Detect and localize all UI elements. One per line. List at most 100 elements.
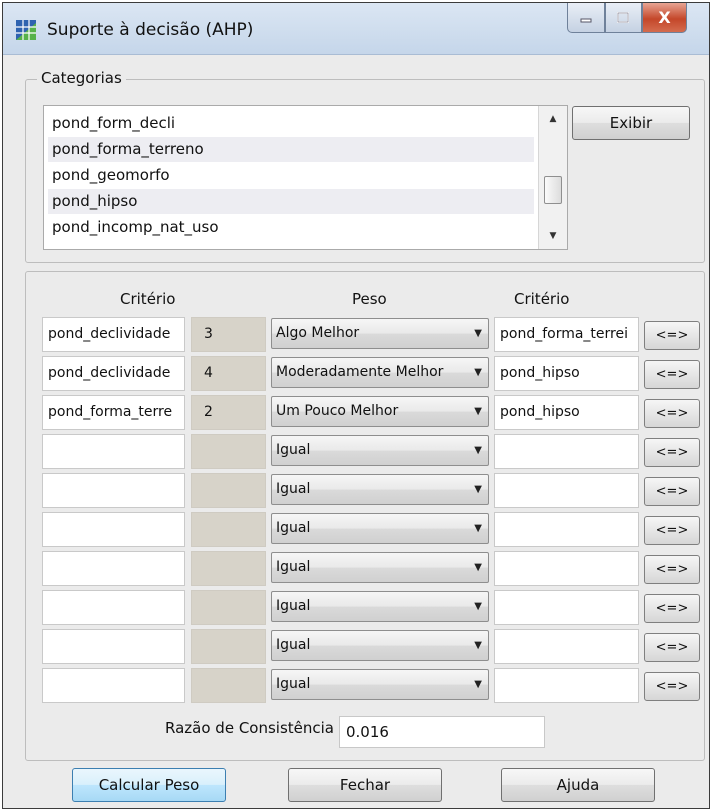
comparison-row: pond_declividade 4 Moderadamente Melhor ▼… [42, 356, 702, 392]
swap-button[interactable]: <=> [644, 516, 700, 545]
swap-button[interactable]: <=> [644, 438, 700, 467]
criterion-left-field[interactable] [42, 590, 185, 625]
swap-button[interactable]: <=> [644, 321, 700, 350]
close-icon: X [658, 8, 671, 27]
weight-select-value: Igual [276, 676, 311, 692]
categories-legend: Categorias [37, 69, 126, 87]
comparison-row: pond_forma_terre 2 Um Pouco Melhor ▼ pond… [42, 395, 702, 431]
weight-select-value: Igual [276, 520, 311, 536]
weight-select[interactable]: Um Pouco Melhor ▼ [271, 396, 489, 427]
categories-scrollbar[interactable]: ▲ ▼ [538, 106, 567, 249]
header-weight: Peso [352, 290, 387, 308]
criterion-left-field[interactable]: pond_forma_terre [42, 395, 185, 430]
weight-select[interactable]: Igual ▼ [271, 591, 489, 622]
swap-button[interactable]: <=> [644, 399, 700, 428]
criterion-right-field[interactable] [494, 512, 639, 547]
weight-value-field [191, 434, 266, 469]
weight-select-value: Igual [276, 559, 311, 575]
weight-select-value: Um Pouco Melhor [276, 403, 399, 419]
category-item[interactable]: pond_form_decli [48, 111, 534, 136]
criterion-right-field[interactable] [494, 668, 639, 703]
comparison-row: Igual ▼ <=> [42, 473, 702, 509]
weight-select-value: Igual [276, 637, 311, 653]
weight-select-value: Algo Melhor [276, 325, 360, 341]
maximize-button[interactable] [604, 3, 643, 33]
criterion-left-field[interactable] [42, 473, 185, 508]
comparison-row: Igual ▼ <=> [42, 590, 702, 626]
criterion-right-field[interactable] [494, 434, 639, 469]
weight-select[interactable]: Igual ▼ [271, 513, 489, 544]
criterion-right-field[interactable]: pond_hipso [494, 356, 639, 391]
categories-listbox[interactable]: pond_form_decli pond_forma_terreno pond_… [43, 105, 568, 250]
category-item[interactable]: pond_forma_terreno [48, 137, 534, 162]
criterion-right-field[interactable]: pond_hipso [494, 395, 639, 430]
swap-button[interactable]: <=> [644, 594, 700, 623]
maximize-icon [617, 11, 630, 23]
chevron-down-icon: ▼ [474, 523, 482, 534]
criterion-right-field[interactable] [494, 551, 639, 586]
swap-button[interactable]: <=> [644, 555, 700, 584]
show-button[interactable]: Exibir [572, 106, 690, 140]
help-button[interactable]: Ajuda [501, 768, 655, 802]
calculate-weight-button[interactable]: Calcular Peso [72, 768, 226, 802]
criterion-left-field[interactable] [42, 434, 185, 469]
criterion-left-field[interactable] [42, 551, 185, 586]
weight-value-field [191, 473, 266, 508]
criterion-right-field[interactable] [494, 590, 639, 625]
weight-select[interactable]: Algo Melhor ▼ [271, 318, 489, 349]
weight-select[interactable]: Igual ▼ [271, 630, 489, 661]
weight-select-value: Igual [276, 598, 311, 614]
window-controls: X [567, 3, 688, 33]
swap-button[interactable]: <=> [644, 633, 700, 662]
chevron-down-icon: ▼ [474, 367, 482, 378]
weight-select[interactable]: Moderadamente Melhor ▼ [271, 357, 489, 388]
swap-button[interactable]: <=> [644, 477, 700, 506]
weight-select[interactable]: Igual ▼ [271, 474, 489, 505]
criterion-left-field[interactable] [42, 668, 185, 703]
criterion-left-field[interactable] [42, 512, 185, 547]
comparison-row: Igual ▼ <=> [42, 551, 702, 587]
app-grid-icon [16, 20, 36, 40]
category-item[interactable]: pond_incomp_nat_uso [48, 215, 534, 240]
header-criterion-right: Critério [514, 290, 570, 308]
category-item[interactable]: pond_hipso [48, 189, 534, 214]
consistency-ratio-field[interactable]: 0.016 [339, 716, 545, 748]
criterion-right-field[interactable] [494, 473, 639, 508]
scrollbar-thumb[interactable] [544, 176, 562, 204]
weight-value-field [191, 629, 266, 664]
chevron-down-icon: ▼ [474, 679, 482, 690]
swap-button[interactable]: <=> [644, 360, 700, 389]
weight-select[interactable]: Igual ▼ [271, 552, 489, 583]
scroll-down-icon[interactable]: ▼ [539, 225, 567, 247]
minimize-icon [580, 18, 592, 22]
weight-select[interactable]: Igual ▼ [271, 669, 489, 700]
chevron-down-icon: ▼ [474, 484, 482, 495]
close-dialog-button[interactable]: Fechar [288, 768, 442, 802]
criterion-right-field[interactable]: pond_forma_terrei [494, 317, 639, 352]
weight-value-field [191, 590, 266, 625]
comparison-row: Igual ▼ <=> [42, 512, 702, 548]
header-criterion-left: Critério [120, 290, 176, 308]
minimize-button[interactable] [567, 3, 605, 33]
consistency-ratio-label: Razão de Consistência [165, 719, 334, 737]
comparison-row: Igual ▼ <=> [42, 668, 702, 704]
criterion-left-field[interactable] [42, 629, 185, 664]
weight-value-field [191, 551, 266, 586]
weight-value-field: 2 [191, 395, 266, 430]
weight-select[interactable]: Igual ▼ [271, 435, 489, 466]
close-button[interactable]: X [642, 3, 688, 33]
category-item[interactable]: pond_geomorfo [48, 163, 534, 188]
chevron-down-icon: ▼ [474, 640, 482, 651]
scroll-up-icon[interactable]: ▲ [539, 108, 567, 130]
chevron-down-icon: ▼ [474, 601, 482, 612]
comparison-row: Igual ▼ <=> [42, 629, 702, 665]
weight-value-field: 4 [191, 356, 266, 391]
comparison-row: pond_declividade 3 Algo Melhor ▼ pond_for… [42, 317, 702, 353]
criterion-right-field[interactable] [494, 629, 639, 664]
criterion-left-field[interactable]: pond_declividade [42, 356, 185, 391]
window-title: Suporte à decisão (AHP) [47, 20, 254, 40]
weight-select-value: Moderadamente Melhor [276, 364, 444, 380]
criterion-left-field[interactable]: pond_declividade [42, 317, 185, 352]
swap-button[interactable]: <=> [644, 672, 700, 701]
weight-value-field [191, 668, 266, 703]
